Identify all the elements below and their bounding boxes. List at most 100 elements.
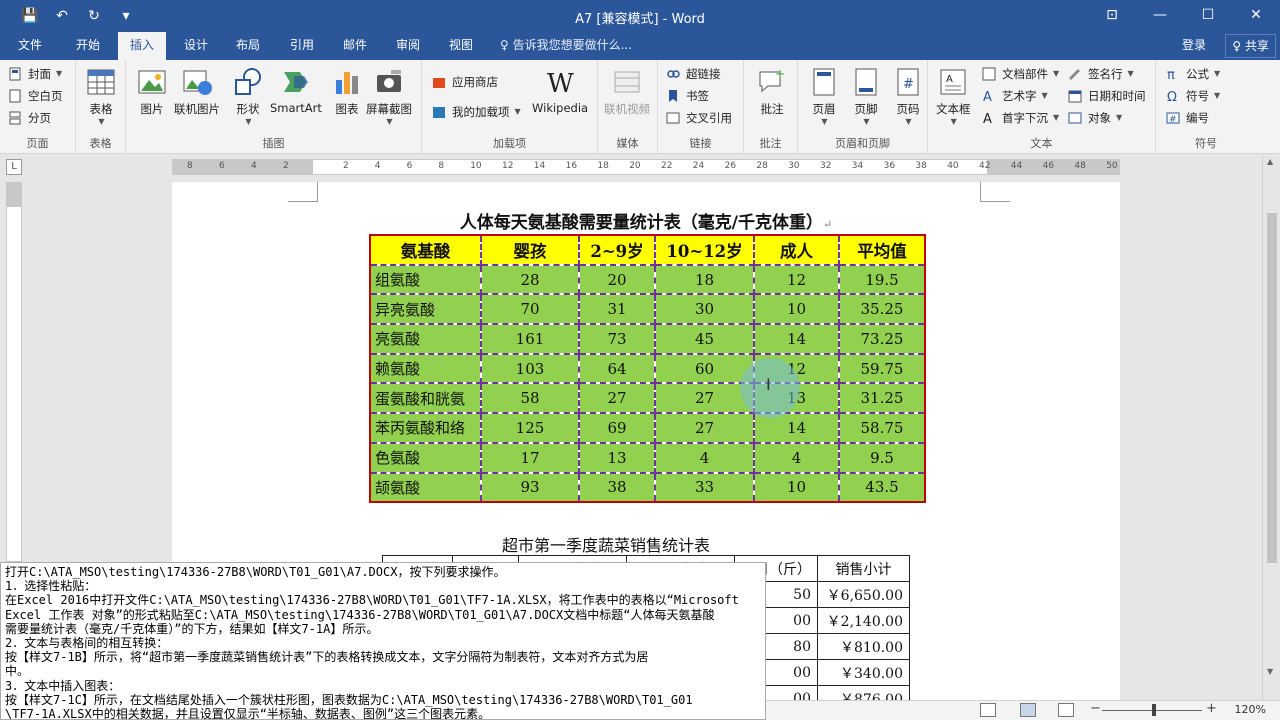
footer-button[interactable]: 页脚 ▼ [850,66,882,126]
close-button[interactable]: ✕ [1232,0,1280,30]
table-cell[interactable]: 10 [753,293,840,326]
table-cell[interactable]: 103 [480,352,580,385]
object-button[interactable]: 对象 ▼ [1068,108,1122,128]
table-cell[interactable]: 38 [578,471,656,504]
zoom-level[interactable]: 120% [1235,703,1266,716]
table-cell[interactable]: 异亮氨酸 [369,293,482,326]
picture-button[interactable]: 图片 [136,66,168,117]
login-link[interactable]: 登录 [1182,32,1206,60]
table-cell[interactable]: 58.75 [838,412,926,444]
table-cell[interactable]: 93 [480,471,580,504]
header-button[interactable]: 页眉 ▼ [808,66,840,126]
table-cell[interactable]: 69 [578,412,656,444]
table-button[interactable]: 表格 ▼ [85,66,117,126]
table-cell[interactable]: 19.5 [838,263,926,296]
zoom-in-button[interactable]: + [1206,701,1217,716]
header-cell[interactable]: 销售小计 [817,555,910,582]
table-cell[interactable]: 31.25 [838,382,926,415]
amino-acid-table[interactable]: 氨基酸 婴孩 2~9岁 10~12岁 成人 平均值 组氨酸 28 20 18 12 19.5 异亮氨酸 7… [369,234,926,504]
web-layout-icon[interactable] [1058,703,1074,717]
header-cell[interactable]: 2~9岁 [578,234,656,266]
table-cell[interactable]: 35.25 [838,293,926,326]
hyperlink-button[interactable]: 超链接 [666,64,721,84]
table-cell[interactable]: 12 [753,263,840,296]
date-time-button[interactable]: 日期和时间 [1068,86,1146,106]
table-cell[interactable]: 4 [654,441,755,474]
table-cell[interactable]: 73.25 [838,323,926,355]
table-cell[interactable]: 28 [480,263,580,296]
wordart-button[interactable]: A 艺术字 ▼ [982,86,1048,106]
tab-selector[interactable]: L [6,159,22,175]
cover-page-button[interactable]: 封面 ▼ [8,64,62,84]
new-comment-button[interactable]: + 批注 [756,66,788,117]
tab-view[interactable]: 视图 [437,32,485,60]
table-cell[interactable]: 色氨酸 [369,441,482,474]
screenshot-button[interactable]: 屏幕截图 ▼ [366,66,412,126]
table-cell[interactable]: 30 [654,293,755,326]
table-cell[interactable]: 33 [654,471,755,504]
table-cell[interactable]: 60 [654,352,755,385]
horizontal-ruler[interactable]: 8 6 4 2 2 4 6 8 10 12 14 16 18 20 22 24 26 28 30 32 34 36 38 40… [172,159,1120,175]
table-cell[interactable]: 31 [578,293,656,326]
table-cell[interactable]: 颉氨酸 [369,471,482,504]
print-layout-icon[interactable] [1020,703,1036,717]
table-cell[interactable]: ￥810.00 [817,633,910,660]
table-cell[interactable]: 18 [654,263,755,296]
table-cell[interactable]: 苯丙氨酸和络 [369,412,482,444]
table-cell[interactable]: 27 [578,382,656,415]
tab-file[interactable]: 文件 [6,32,54,60]
online-video-button[interactable]: 联机视频 [604,66,650,117]
office-store-button[interactable]: 应用商店 [432,72,498,92]
table-cell[interactable]: 10 [753,471,840,504]
table-cell[interactable]: 14 [753,323,840,355]
signature-line-button[interactable]: 签名行 ▼ [1068,64,1134,84]
table-cell[interactable]: 58 [480,382,580,415]
table-cell[interactable]: 9.5 [838,441,926,474]
table-cell[interactable]: 27 [654,412,755,444]
dropcap-button[interactable]: A 首字下沉 ▼ [982,108,1059,128]
table-cell[interactable]: 蛋氨酸和胱氨 [369,382,482,415]
textbox-button[interactable]: A 文本框 ▼ [936,66,971,126]
table-cell[interactable]: 59.75 [838,352,926,385]
table-cell[interactable]: 43.5 [838,471,926,504]
chart-button[interactable]: 图表 [331,66,363,117]
minimize-button[interactable]: — [1136,0,1184,30]
share-button[interactable]: ♀ 共享 [1225,34,1276,58]
table-cell[interactable]: 161 [480,323,580,355]
table-cell[interactable]: 亮氨酸 [369,323,482,355]
table-cell[interactable]: ￥340.00 [817,659,910,686]
equation-button[interactable]: π 公式 ▼ [1166,64,1220,84]
page-break-button[interactable]: 分页 [8,108,51,128]
table-cell[interactable]: 73 [578,323,656,355]
table-cell[interactable]: 45 [654,323,755,355]
tab-layout[interactable]: 布局 [224,32,272,60]
table-cell[interactable]: ￥6,650.00 [817,581,910,608]
ribbon-display-options-icon[interactable]: ⊡ [1088,0,1136,30]
table-cell[interactable]: 4 [753,441,840,474]
header-cell[interactable]: 婴孩 [480,234,580,266]
vertical-ruler[interactable] [6,182,22,562]
table-cell[interactable]: ￥2,140.00 [817,607,910,634]
table-cell[interactable]: 13 [578,441,656,474]
my-addins-button[interactable]: 我的加载项 ▼ [432,102,521,122]
shapes-button[interactable]: 形状 ▼ [232,66,264,126]
bookmark-button[interactable]: 书签 [666,86,709,106]
vertical-scrollbar[interactable]: ▲ ▼ [1262,155,1280,700]
tab-review[interactable]: 审阅 [384,32,432,60]
header-cell[interactable]: 平均值 [838,234,926,266]
table-cell[interactable]: 70 [480,293,580,326]
table-cell[interactable]: 17 [480,441,580,474]
table-cell[interactable]: 64 [578,352,656,385]
table-cell[interactable]: 125 [480,412,580,444]
cross-reference-button[interactable]: 交叉引用 [666,108,732,128]
read-mode-icon[interactable] [980,703,996,717]
symbol-button[interactable]: Ω 符号 ▼ [1166,86,1220,106]
table-cell[interactable]: 20 [578,263,656,296]
smartart-button[interactable]: SmartArt [270,66,322,115]
scroll-down-icon[interactable]: ▼ [1267,667,1273,676]
tab-references[interactable]: 引用 [278,32,326,60]
tell-me-search[interactable]: ♀ 告诉我您想要做什么... [500,32,632,60]
table-cell[interactable]: 赖氨酸 [369,352,482,385]
maximize-button[interactable]: ☐ [1184,0,1232,30]
number-button[interactable]: # 编号 [1166,108,1209,128]
